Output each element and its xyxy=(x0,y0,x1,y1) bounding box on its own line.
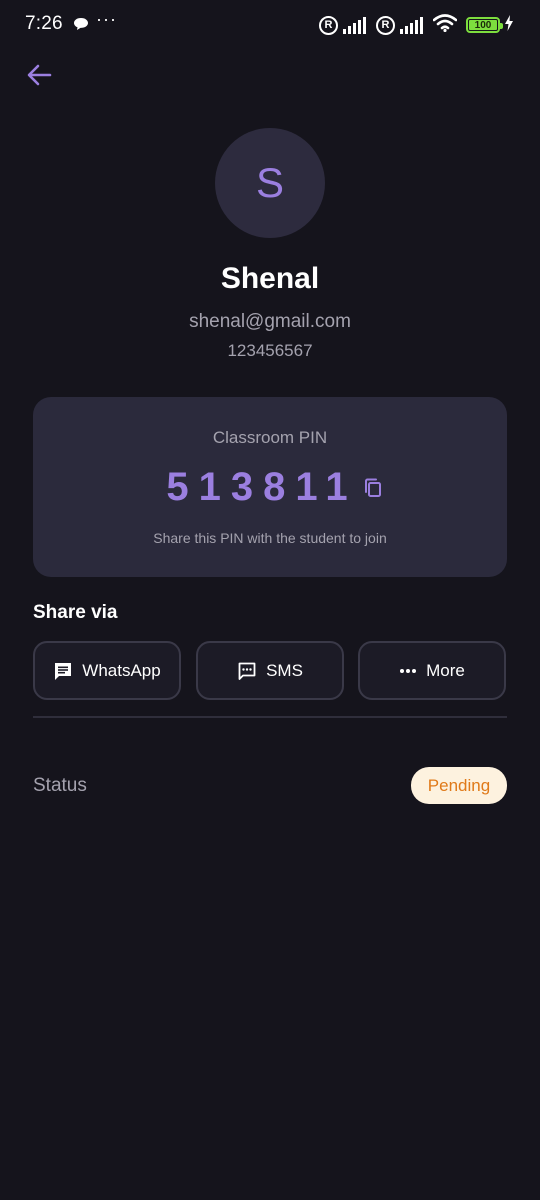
avatar-initial: S xyxy=(255,159,284,206)
more-horiz-icon xyxy=(400,668,417,673)
student-name: Shenal xyxy=(220,262,320,295)
back-button[interactable] xyxy=(22,58,56,92)
registered-icon: R xyxy=(319,15,338,35)
battery-level: 100 xyxy=(469,20,497,31)
status-bar: 7:26 ··· R R 100 xyxy=(0,0,540,50)
message-bubble-icon xyxy=(73,17,89,30)
pin-hint: Share this PIN with the student to join xyxy=(153,530,387,546)
battery-icon: 100 xyxy=(466,17,503,33)
chat-icon xyxy=(55,662,72,680)
classroom-pin-card: Classroom PIN 513811 Share this PIN with… xyxy=(33,397,507,577)
signal-icon xyxy=(343,16,368,34)
sms-icon xyxy=(238,662,256,680)
student-email: shenal@gmail.com xyxy=(189,311,351,332)
avatar: S xyxy=(215,128,325,238)
status-label: Status xyxy=(33,775,87,796)
pin-row: 513811 xyxy=(33,465,507,510)
pin-value: 513811 xyxy=(166,465,358,509)
status-icons: R R 100 xyxy=(319,13,514,37)
share-more-label: More xyxy=(426,660,465,680)
share-whatsapp-label: WhatsApp xyxy=(82,660,161,680)
arrow-back-icon xyxy=(27,64,52,86)
student-phone: 123456567 xyxy=(227,341,313,360)
charging-icon xyxy=(504,14,514,36)
share-whatsapp-button[interactable]: WhatsApp xyxy=(33,641,181,700)
copy-pin-button[interactable] xyxy=(364,477,384,499)
student-details-screen: 7:26 ··· R R 100 S Shenal shenal@gmail.c… xyxy=(0,0,540,1200)
status-badge: Pending xyxy=(411,767,507,804)
share-more-button[interactable]: More xyxy=(358,641,506,700)
divider xyxy=(33,716,507,718)
status-time: 7:26 xyxy=(25,13,63,34)
copy-icon xyxy=(364,478,381,497)
share-sms-button[interactable]: SMS xyxy=(196,641,344,700)
share-sms-label: SMS xyxy=(266,660,303,680)
more-notifications-icon: ··· xyxy=(96,9,117,29)
pin-label: Classroom PIN xyxy=(212,428,328,447)
share-via-title: Share via xyxy=(33,602,118,623)
registered-icon: R xyxy=(376,15,395,35)
signal-icon xyxy=(400,16,425,34)
wifi-icon xyxy=(432,13,458,37)
